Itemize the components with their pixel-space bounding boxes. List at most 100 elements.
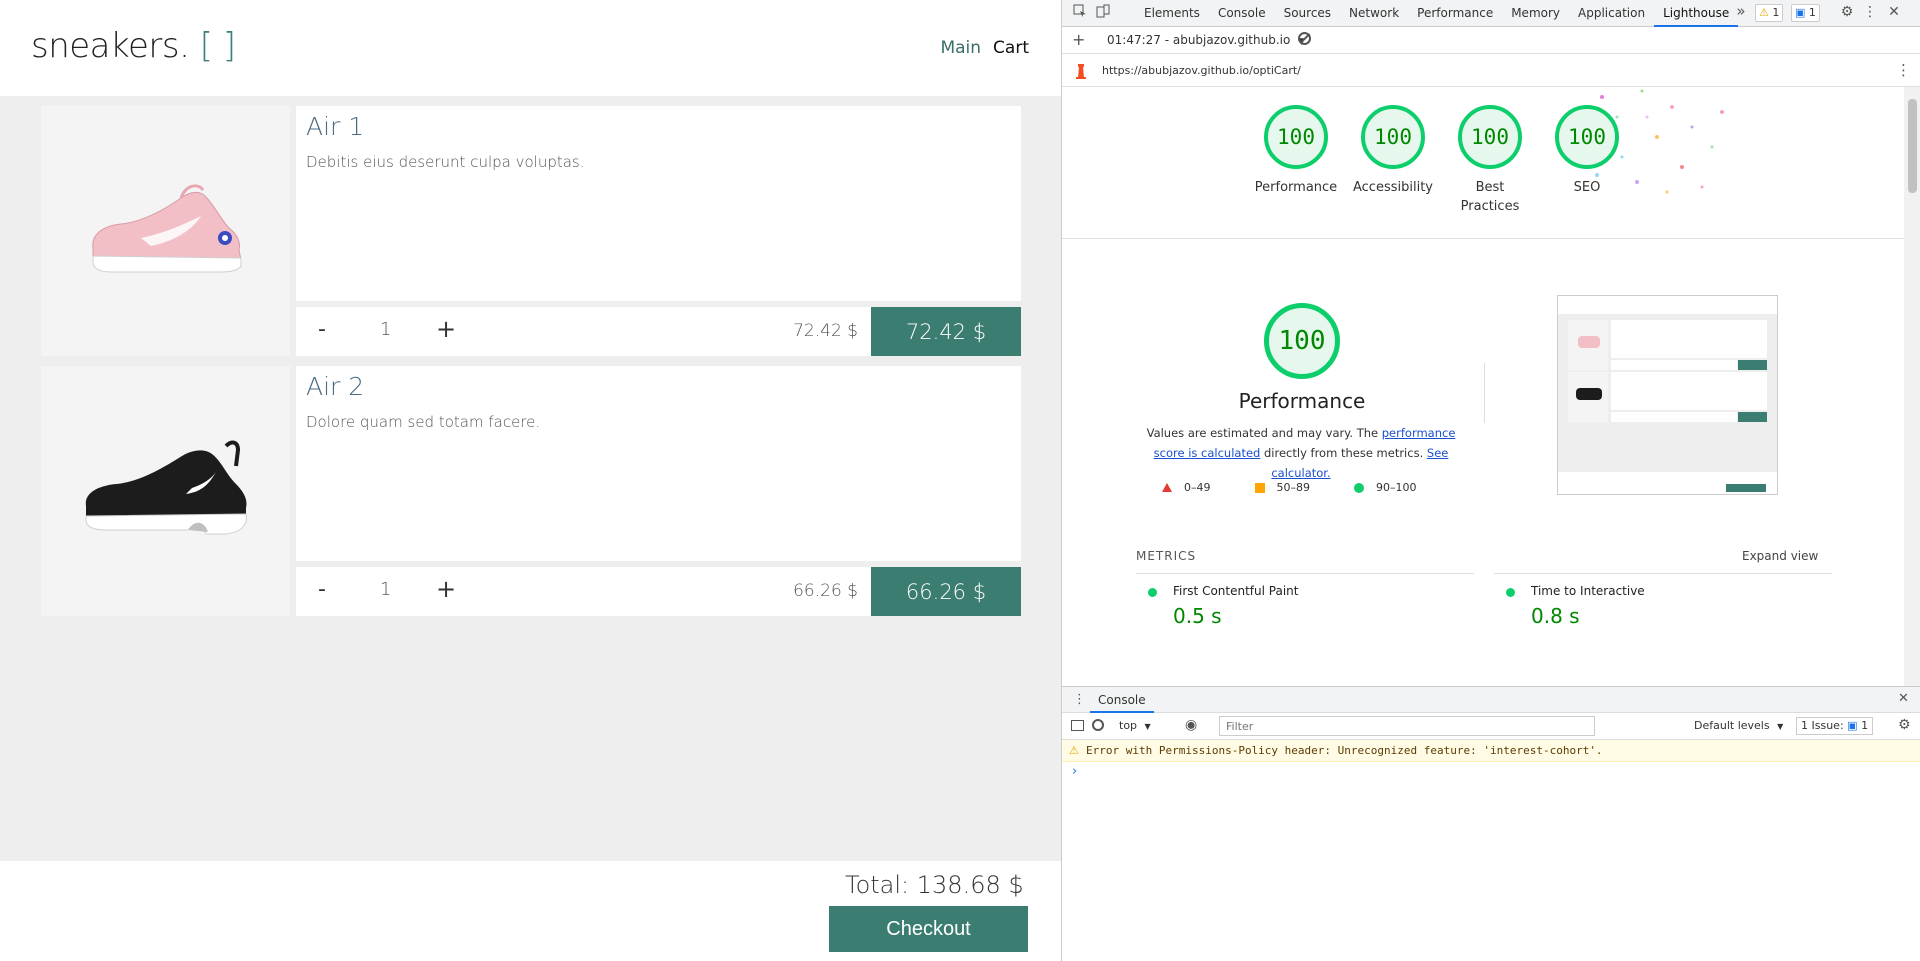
gauge-label: Best Practices bbox=[1460, 180, 1520, 214]
circle-icon bbox=[1354, 482, 1364, 493]
messages-badge[interactable]: ▣ 1 bbox=[1791, 4, 1820, 22]
black-sneaker-icon bbox=[85, 440, 247, 535]
lighthouse-toolbar: + 01:47:27 - abubjazov.github.io ▼ bbox=[1062, 27, 1920, 54]
sidebar-toggle-icon[interactable] bbox=[1071, 720, 1084, 731]
metric-fcp: First Contentful Paint 0.5 s bbox=[1136, 573, 1474, 628]
lighthouse-logo-icon bbox=[1075, 63, 1087, 82]
drawer-menu-icon[interactable]: ⋮ bbox=[1073, 692, 1086, 707]
score-legend: 0–49 50–89 90–100 bbox=[1162, 481, 1482, 494]
report-selector[interactable]: 01:47:27 - abubjazov.github.io ▼ bbox=[1107, 33, 1305, 47]
clear-reports-icon[interactable] bbox=[1298, 32, 1311, 45]
legend-pass: 90–100 bbox=[1354, 481, 1417, 494]
logo[interactable]: sneakers. [ ] bbox=[31, 26, 236, 66]
expand-view-toggle[interactable]: Expand view bbox=[1742, 549, 1818, 563]
gauge-best-practices[interactable]: 100 Best Practices bbox=[1435, 105, 1545, 216]
report-url[interactable]: https://abubjazov.github.io/optiCart/ bbox=[1102, 64, 1301, 77]
logo-text: sneakers. bbox=[31, 26, 190, 66]
console-prompt[interactable]: › bbox=[1072, 764, 1077, 779]
metric-value: 0.5 s bbox=[1173, 604, 1222, 628]
gauge-label: Accessibility bbox=[1353, 180, 1433, 195]
final-screenshot[interactable] bbox=[1557, 295, 1778, 495]
issues-count: 1 bbox=[1861, 719, 1869, 732]
console-drawer: ⋮ Console ✕ top ▼ ◉ Default levels ▼ 1 I… bbox=[1062, 686, 1920, 961]
note-text: Values are estimated and may vary. The bbox=[1146, 426, 1382, 440]
item-description: Debitis eius deserunt culpa voluptas. bbox=[306, 153, 585, 171]
checkout-button[interactable]: Checkout bbox=[829, 906, 1028, 952]
warnings-badge[interactable]: ⚠ 1 bbox=[1755, 4, 1784, 22]
shop-page: sneakers. [ ] Main Cart Air 1 Debitis ei… bbox=[0, 0, 1061, 961]
unit-price: 72.42 $ bbox=[793, 321, 858, 341]
gauge-score: 100 bbox=[1361, 105, 1425, 169]
tab-sources[interactable]: Sources bbox=[1275, 0, 1340, 27]
gauge-performance[interactable]: 100 Performance bbox=[1241, 105, 1351, 197]
item-name[interactable]: Air 1 bbox=[306, 112, 1011, 141]
drawer-tabbar: ⋮ Console ✕ bbox=[1062, 687, 1920, 713]
context-selector[interactable]: top ▼ bbox=[1119, 719, 1151, 732]
increase-quantity-button[interactable]: + bbox=[436, 315, 456, 343]
decrease-quantity-button[interactable]: - bbox=[318, 317, 326, 342]
console-toolbar: top ▼ ◉ Default levels ▼ 1 Issue: ▣ 1 ⚙ bbox=[1062, 713, 1920, 740]
tab-performance[interactable]: Performance bbox=[1408, 0, 1502, 27]
item-name[interactable]: Air 2 bbox=[306, 372, 1011, 401]
line-total-button[interactable]: 66.26 $ bbox=[871, 567, 1021, 616]
log-levels-dropdown[interactable]: Default levels ▼ bbox=[1694, 719, 1783, 732]
quantity-controls: - 1 + 66.26 $ bbox=[296, 567, 872, 616]
report-menu-icon[interactable]: ⋮ bbox=[1896, 61, 1911, 79]
divider bbox=[1062, 238, 1920, 239]
nav-cart-link[interactable]: Cart bbox=[993, 38, 1029, 58]
tab-console-drawer[interactable]: Console bbox=[1090, 687, 1154, 713]
tab-elements[interactable]: Elements bbox=[1135, 0, 1209, 27]
product-image bbox=[41, 366, 290, 616]
report-url-bar: https://abubjazov.github.io/optiCart/ ⋮ bbox=[1062, 54, 1920, 87]
shop-nav: Main Cart bbox=[940, 38, 1029, 58]
tab-application[interactable]: Application bbox=[1569, 0, 1654, 27]
quantity-value: 1 bbox=[380, 579, 392, 600]
tab-lighthouse[interactable]: Lighthouse bbox=[1654, 0, 1739, 27]
legend-average: 50–89 bbox=[1254, 481, 1310, 494]
more-tabs-icon[interactable]: » bbox=[1733, 3, 1749, 19]
gauge-label: Performance bbox=[1254, 180, 1338, 195]
unit-price: 66.26 $ bbox=[793, 581, 858, 601]
live-expression-eye-icon[interactable]: ◉ bbox=[1185, 717, 1197, 733]
confetti-decoration bbox=[1595, 89, 1724, 194]
issues-button[interactable]: 1 Issue: ▣ 1 bbox=[1796, 717, 1874, 735]
tab-memory[interactable]: Memory bbox=[1502, 0, 1569, 27]
gauge-accessibility[interactable]: 100 Accessibility bbox=[1338, 105, 1448, 197]
scrollbar-thumb[interactable] bbox=[1908, 99, 1917, 193]
more-options-icon[interactable]: ⋮ bbox=[1862, 4, 1878, 20]
cart-item: Air 2 Dolore quam sed totam facere. - 1 … bbox=[41, 366, 1021, 616]
new-report-icon[interactable]: + bbox=[1072, 30, 1085, 49]
warning-text: Error with Permissions-Policy header: Un… bbox=[1086, 744, 1603, 757]
message-icon: ▣ bbox=[1847, 719, 1858, 732]
report-scrollbar[interactable] bbox=[1904, 87, 1920, 686]
tab-network[interactable]: Network bbox=[1340, 0, 1408, 27]
line-total-button[interactable]: 72.42 $ bbox=[871, 307, 1021, 356]
metrics-heading: METRICS bbox=[1136, 549, 1197, 563]
console-filter-input[interactable] bbox=[1219, 716, 1595, 736]
decrease-quantity-button[interactable]: - bbox=[318, 577, 326, 602]
close-drawer-icon[interactable]: ✕ bbox=[1898, 691, 1909, 706]
item-info: Air 1 Debitis eius deserunt culpa volupt… bbox=[296, 106, 1021, 301]
settings-gear-icon[interactable]: ⚙ bbox=[1839, 4, 1855, 20]
tab-console[interactable]: Console bbox=[1209, 0, 1275, 27]
pass-icon bbox=[1148, 588, 1157, 597]
performance-note: Values are estimated and may vary. The p… bbox=[1136, 423, 1466, 483]
increase-quantity-button[interactable]: + bbox=[436, 575, 456, 603]
chevron-down-icon: ▼ bbox=[1144, 722, 1151, 731]
performance-gauge: 100 bbox=[1264, 303, 1340, 379]
device-toolbar-icon[interactable] bbox=[1095, 4, 1111, 20]
clear-console-icon[interactable] bbox=[1092, 719, 1104, 731]
nav-main-link[interactable]: Main bbox=[940, 38, 981, 58]
inspect-element-icon[interactable] bbox=[1072, 4, 1088, 20]
divider bbox=[1484, 363, 1485, 423]
console-settings-icon[interactable]: ⚙ bbox=[1898, 717, 1911, 733]
warnings-count: 1 bbox=[1772, 6, 1780, 19]
quantity-controls: - 1 + 72.42 $ bbox=[296, 307, 872, 356]
legend-range: 90–100 bbox=[1376, 481, 1417, 494]
log-levels-label: Default levels bbox=[1694, 719, 1770, 732]
console-warning-message[interactable]: ⚠ Error with Permissions-Policy header: … bbox=[1062, 740, 1920, 762]
devtools-tab-list: Elements Console Sources Network Perform… bbox=[1135, 0, 1739, 27]
gauge-score: 100 bbox=[1458, 105, 1522, 169]
pass-icon bbox=[1506, 588, 1515, 597]
close-devtools-icon[interactable]: ✕ bbox=[1886, 4, 1902, 20]
